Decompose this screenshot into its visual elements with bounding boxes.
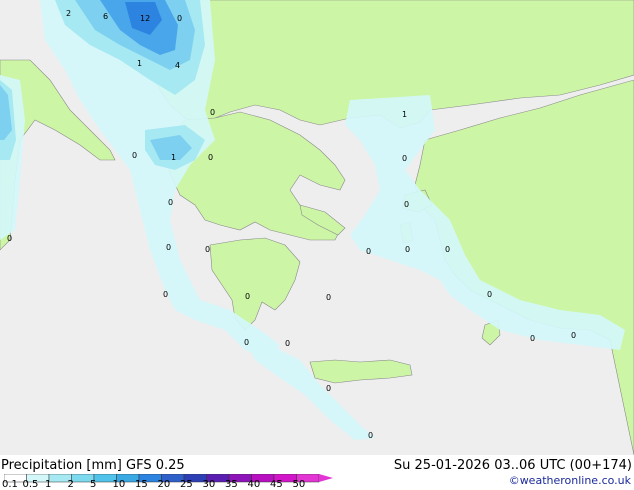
map-label: 0 xyxy=(244,338,249,347)
map-label: 0 xyxy=(168,198,173,207)
map-label: 0 xyxy=(163,290,168,299)
map-label: 0 xyxy=(368,431,373,440)
map-footer: Precipitation [mm] GFS 0.25 Su 25-01-202… xyxy=(0,455,634,490)
map-label: 0 xyxy=(405,245,410,254)
map-label: 0 xyxy=(445,245,450,254)
precipitation-map: 2 6 12 0 1 4 0 1 0 1 0 0 0 0 0 0 0 0 0 0… xyxy=(0,0,634,455)
map-label: 0 xyxy=(245,292,250,301)
map-canvas: 2 6 12 0 1 4 0 1 0 1 0 0 0 0 0 0 0 0 0 0… xyxy=(0,0,634,455)
map-label: 0 xyxy=(571,331,576,340)
site-credit[interactable]: ©weatheronline.co.uk xyxy=(509,474,631,487)
map-title: Precipitation [mm] GFS 0.25 xyxy=(1,458,185,473)
map-label: 1 xyxy=(402,110,407,119)
legend-arrow xyxy=(319,474,333,482)
map-label: 0 xyxy=(177,14,182,23)
map-label: 12 xyxy=(140,14,150,23)
map-label: 0 xyxy=(487,290,492,299)
legend-label: 45 xyxy=(270,479,283,490)
legend-label: 10 xyxy=(112,479,126,490)
map-label: 0 xyxy=(530,334,535,343)
map-label: 0 xyxy=(208,153,213,162)
legend-label: 25 xyxy=(180,479,193,490)
legend-label: 50 xyxy=(292,479,306,490)
map-label: 0 xyxy=(366,247,371,256)
legend-label: 0.5 xyxy=(22,479,39,490)
map-label: 0 xyxy=(326,293,331,302)
legend-label: 0.1 xyxy=(2,479,18,490)
model-text: GFS 0.25 xyxy=(126,458,185,473)
map-label: 1 xyxy=(137,59,142,68)
map-label: 0 xyxy=(210,108,215,117)
legend-label: 5 xyxy=(90,479,97,490)
legend-label: 35 xyxy=(225,479,238,490)
map-label: 0 xyxy=(7,234,12,243)
map-label: 0 xyxy=(402,154,407,163)
legend-label: 30 xyxy=(202,479,216,490)
map-label: 0 xyxy=(166,243,171,252)
map-label: 0 xyxy=(205,245,210,254)
map-label: 2 xyxy=(66,9,71,18)
legend-label: 40 xyxy=(247,479,261,490)
title-text: Precipitation [mm] xyxy=(1,458,122,473)
legend-label: 15 xyxy=(135,479,148,490)
run-time: Su 25-01-2026 03..06 UTC (00+174) xyxy=(393,458,632,473)
map-label: 1 xyxy=(171,153,176,162)
map-label: 0 xyxy=(285,339,290,348)
legend-label: 2 xyxy=(67,479,74,490)
map-label: 0 xyxy=(404,200,409,209)
map-label: 0 xyxy=(132,151,137,160)
map-label: 0 xyxy=(326,384,331,393)
legend-label: 1 xyxy=(45,479,52,490)
map-label: 4 xyxy=(175,61,180,70)
legend-label: 20 xyxy=(157,479,171,490)
map-label: 6 xyxy=(103,12,108,21)
